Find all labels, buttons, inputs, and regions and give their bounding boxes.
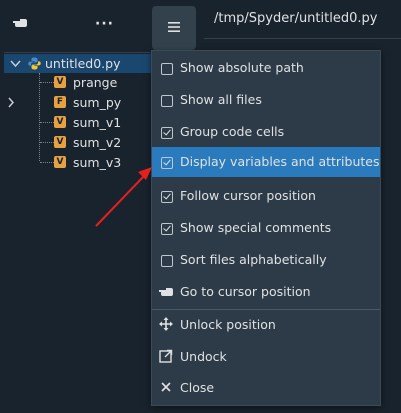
variable-badge-icon: V (54, 76, 66, 88)
options-menu-button[interactable] (152, 6, 196, 50)
close-icon (158, 379, 174, 395)
menu-item-display-variables[interactable]: Display variables and attributes (152, 147, 380, 177)
tree-branch-connector (40, 82, 54, 84)
options-dots-button[interactable]: ··· (95, 14, 114, 34)
menu-item-label: Close (180, 380, 215, 395)
menu-item-unlock-position[interactable]: Unlock position (152, 310, 380, 340)
checkbox-unchecked[interactable] (161, 255, 173, 267)
menu-item-label: Sort files alphabetically (180, 252, 327, 267)
menu-item-label: Go to cursor position (180, 284, 311, 299)
file-path-label: /tmp/Spyder/untitled0.py (214, 11, 378, 26)
tree-item-label: sum_py (73, 95, 122, 110)
tree-item-label: sum_v2 (73, 135, 122, 150)
menu-item-label: Display variables and attributes (180, 154, 380, 169)
tree-branch-connector (40, 162, 54, 164)
menu-item-group-code-cells[interactable]: Group code cells (152, 117, 380, 147)
hand-pointer-icon (13, 19, 27, 27)
go-to-cursor-button[interactable] (12, 15, 28, 35)
function-badge-icon: F (54, 96, 66, 108)
menu-item-label: Show special comments (180, 220, 332, 235)
checkbox-checked[interactable] (161, 157, 173, 169)
tree-branch-line (39, 73, 41, 161)
checkbox-checked[interactable] (161, 191, 173, 203)
menu-item-undock[interactable]: Undock (152, 342, 380, 372)
variable-badge-icon: V (54, 136, 66, 148)
menu-item-sort-alphabetically[interactable]: Sort files alphabetically (152, 245, 380, 275)
tree-root-label: untitled0.py (45, 56, 121, 71)
tree-item-label: prange (73, 75, 118, 90)
checkbox-unchecked[interactable] (161, 95, 173, 107)
tree-item-label: sum_v3 (73, 155, 122, 170)
menu-item-label: Show absolute path (180, 60, 304, 75)
editor-path-bar: /tmp/Spyder/untitled0.py (204, 0, 401, 39)
menu-item-label: Follow cursor position (180, 188, 316, 203)
menu-item-label: Undock (180, 349, 227, 364)
hand-pointer-icon (158, 283, 174, 299)
checkbox-unchecked[interactable] (161, 63, 173, 75)
menu-item-label: Unlock position (180, 317, 276, 332)
menu-item-show-absolute-path[interactable]: Show absolute path (152, 53, 380, 83)
menu-item-go-to-cursor[interactable]: Go to cursor position (152, 277, 380, 307)
checkbox-checked[interactable] (161, 127, 173, 139)
menu-item-show-special-comments[interactable]: Show special comments (152, 213, 380, 243)
chevron-down-icon[interactable] (10, 54, 21, 80)
options-dropdown-menu: Show absolute path Show all files Group … (151, 50, 381, 406)
tree-branch-connector (40, 122, 54, 124)
menu-item-label: Group code cells (180, 124, 285, 139)
move-arrows-icon (158, 316, 174, 332)
tree-item-label: sum_v1 (73, 115, 122, 130)
undock-icon (158, 348, 174, 364)
checkbox-checked[interactable] (161, 223, 173, 235)
hamburger-menu-icon (168, 21, 180, 36)
tree-branch-connector (40, 142, 54, 144)
variable-badge-icon: V (54, 116, 66, 128)
variable-badge-icon: V (54, 156, 66, 168)
chevron-right-icon[interactable] (6, 93, 16, 119)
menu-item-close[interactable]: Close (152, 373, 380, 403)
menu-item-show-all-files[interactable]: Show all files (152, 85, 380, 115)
menu-item-label: Show all files (180, 92, 262, 107)
menu-item-follow-cursor[interactable]: Follow cursor position (152, 181, 380, 211)
python-file-icon (28, 57, 41, 70)
